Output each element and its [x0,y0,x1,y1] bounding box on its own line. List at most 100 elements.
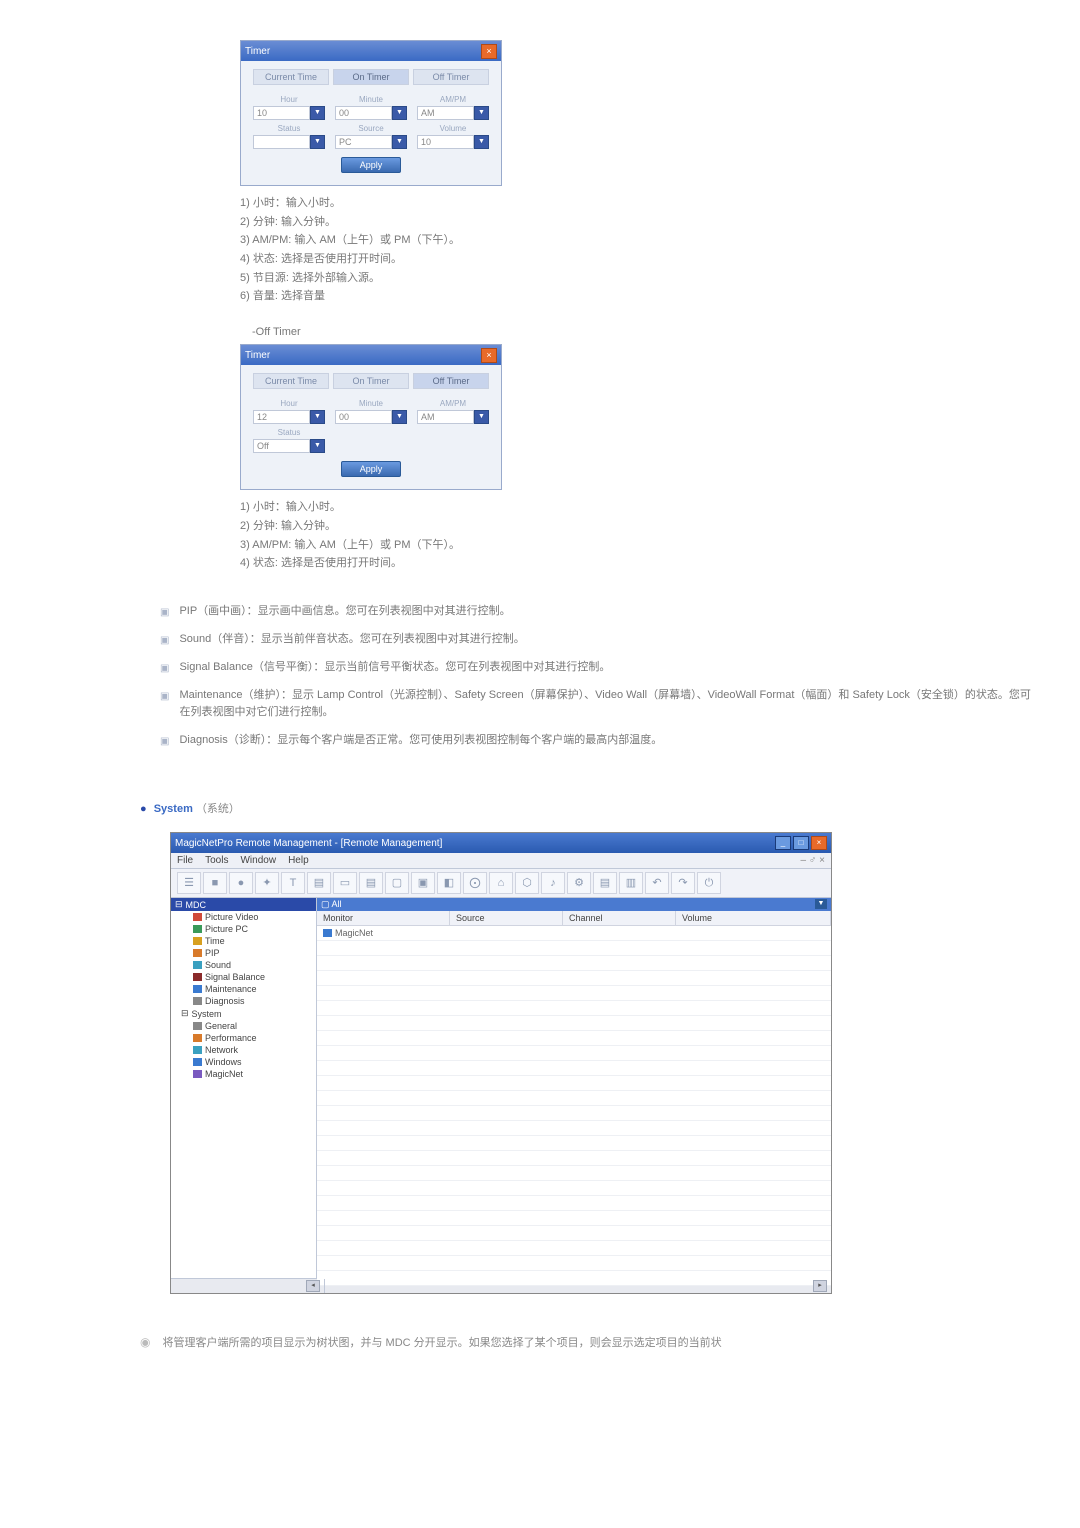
status-label: Status [253,124,325,133]
close-icon[interactable]: × [811,836,827,850]
col-volume[interactable]: Volume [676,911,831,925]
tree-item[interactable]: Picture Video [171,911,316,923]
tree-item[interactable]: MagicNet [171,1068,316,1080]
chevron-down-icon[interactable]: ▼ [474,135,489,149]
list-item: 3) AM/PM: 输入 AM（上午）或 PM（下午）。 [240,536,1040,555]
toolbar-button[interactable]: ⨀ [463,872,487,894]
chevron-down-icon[interactable]: ▼ [310,439,325,453]
maximize-icon[interactable]: □ [793,836,809,850]
close-icon[interactable]: × [481,348,497,363]
tree-item[interactable]: Signal Balance [171,971,316,983]
tree-item[interactable]: Time [171,935,316,947]
toolbar-button[interactable]: ⚙ [567,872,591,894]
toolbar-button[interactable]: ◧ [437,872,461,894]
tree-item[interactable]: Performance [171,1032,316,1044]
toolbar-button[interactable]: ▤ [593,872,617,894]
list-item: 1) 小时：输入小时。 [240,194,1040,213]
toolbar-button[interactable]: ▤ [307,872,331,894]
toolbar-button[interactable]: ⬡ [515,872,539,894]
minute-input[interactable]: 00 ▼ [335,106,407,120]
table-row [317,1091,831,1106]
tab-on-timer[interactable]: On Timer [333,373,409,389]
apply-button[interactable]: Apply [341,461,402,477]
toolbar-button[interactable]: ■ [203,872,227,894]
chevron-down-icon[interactable]: ▼ [310,106,325,120]
subwindow-buttons[interactable]: – ♂ × [801,855,825,866]
minimize-icon[interactable]: _ [775,836,791,850]
toolbar-button[interactable]: ▣ [411,872,435,894]
apply-button[interactable]: Apply [341,157,402,173]
on-timer-dialog: Timer × Current Time On Timer Off Timer … [240,40,502,186]
table-row [317,986,831,1001]
list-item: 4) 状态: 选择是否使用打开时间。 [240,250,1040,269]
toolbar-button[interactable]: ● [229,872,253,894]
hour-label: Hour [253,95,325,104]
tree-item[interactable]: Picture PC [171,923,316,935]
toolbar-button[interactable]: ⌂ [489,872,513,894]
toolbar-button[interactable]: ↷ [671,872,695,894]
circle-icon: ◉ [140,1334,150,1350]
toolbar-button[interactable]: ▤ [359,872,383,894]
toolbar-button[interactable]: ▢ [385,872,409,894]
toolbar-button[interactable]: T [281,872,305,894]
source-input[interactable]: PC ▼ [335,135,407,149]
tree-item[interactable]: General [171,1020,316,1032]
volume-input[interactable]: 10 ▼ [417,135,489,149]
tab-off-timer[interactable]: Off Timer [413,373,489,389]
toolbar-button[interactable]: ↶ [645,872,669,894]
chevron-down-icon[interactable]: ▼ [392,410,407,424]
table-row[interactable]: MagicNet [317,926,831,941]
menu-file[interactable]: File [177,855,193,866]
chevron-down-icon[interactable]: ▼ [815,899,827,909]
tab-on-timer[interactable]: On Timer [333,69,409,85]
menu-tools[interactable]: Tools [205,855,228,866]
tree-item[interactable]: Windows [171,1056,316,1068]
feature-text: Maintenance（维护）：显示 Lamp Control（光源控制）、Sa… [179,687,1040,722]
tree-item[interactable]: Diagnosis [171,995,316,1007]
tree-root-mdc[interactable]: ⊟ MDC [171,898,316,911]
menu-help[interactable]: Help [288,855,309,866]
chevron-down-icon[interactable]: ▼ [474,410,489,424]
close-icon[interactable]: × [481,44,497,59]
ampm-input[interactable]: AM ▼ [417,106,489,120]
tree-item[interactable]: Network [171,1044,316,1056]
scroll-right-icon[interactable]: ▸ [813,1280,827,1292]
tab-off-timer[interactable]: Off Timer [413,69,489,85]
col-channel[interactable]: Channel [563,911,676,925]
list-item: 3) AM/PM: 输入 AM（上午）或 PM（下午）。 [240,231,1040,250]
toolbar-button[interactable]: ✦ [255,872,279,894]
toolbar-button[interactable]: ♪ [541,872,565,894]
section-heading-system: ● System （系统） [140,800,1040,816]
chevron-down-icon[interactable]: ▼ [474,106,489,120]
tree-item[interactable]: PIP [171,947,316,959]
chevron-down-icon[interactable]: ▼ [310,135,325,149]
chevron-down-icon[interactable]: ▼ [310,410,325,424]
minute-input[interactable]: 00 ▼ [335,410,407,424]
chevron-down-icon[interactable]: ▼ [392,106,407,120]
toolbar-button[interactable]: ▥ [619,872,643,894]
chevron-down-icon[interactable]: ▼ [392,135,407,149]
hour-label: Hour [253,399,325,408]
tab-current-time[interactable]: Current Time [253,69,329,85]
tab-current-time[interactable]: Current Time [253,373,329,389]
ampm-input[interactable]: AM ▼ [417,410,489,424]
col-source[interactable]: Source [450,911,563,925]
app-titlebar: MagicNetPro Remote Management - [Remote … [171,833,831,853]
menu-window[interactable]: Window [240,855,276,866]
scroll-left-icon[interactable]: ◂ [306,1280,320,1292]
list-item: 6) 音量: 选择音量 [240,287,1040,306]
status-input[interactable]: Off ▼ [253,439,325,453]
col-monitor[interactable]: Monitor [317,911,450,925]
tree-item[interactable]: Sound [171,959,316,971]
tree-root-label: MDC [186,900,207,910]
tree-item[interactable]: Maintenance [171,983,316,995]
toolbar-button[interactable]: ▭ [333,872,357,894]
hour-input[interactable]: 10 ▼ [253,106,325,120]
status-input[interactable]: ▼ [253,135,325,149]
list-item: 2) 分钟: 输入分钟。 [240,517,1040,536]
tree-root-system[interactable]: ⊟System [171,1007,316,1020]
list-item: 5) 节目源: 选择外部输入源。 [240,269,1040,288]
toolbar-button[interactable]: ☰ [177,872,201,894]
hour-input[interactable]: 12 ▼ [253,410,325,424]
toolbar-button[interactable]: ⏻ [697,872,721,894]
